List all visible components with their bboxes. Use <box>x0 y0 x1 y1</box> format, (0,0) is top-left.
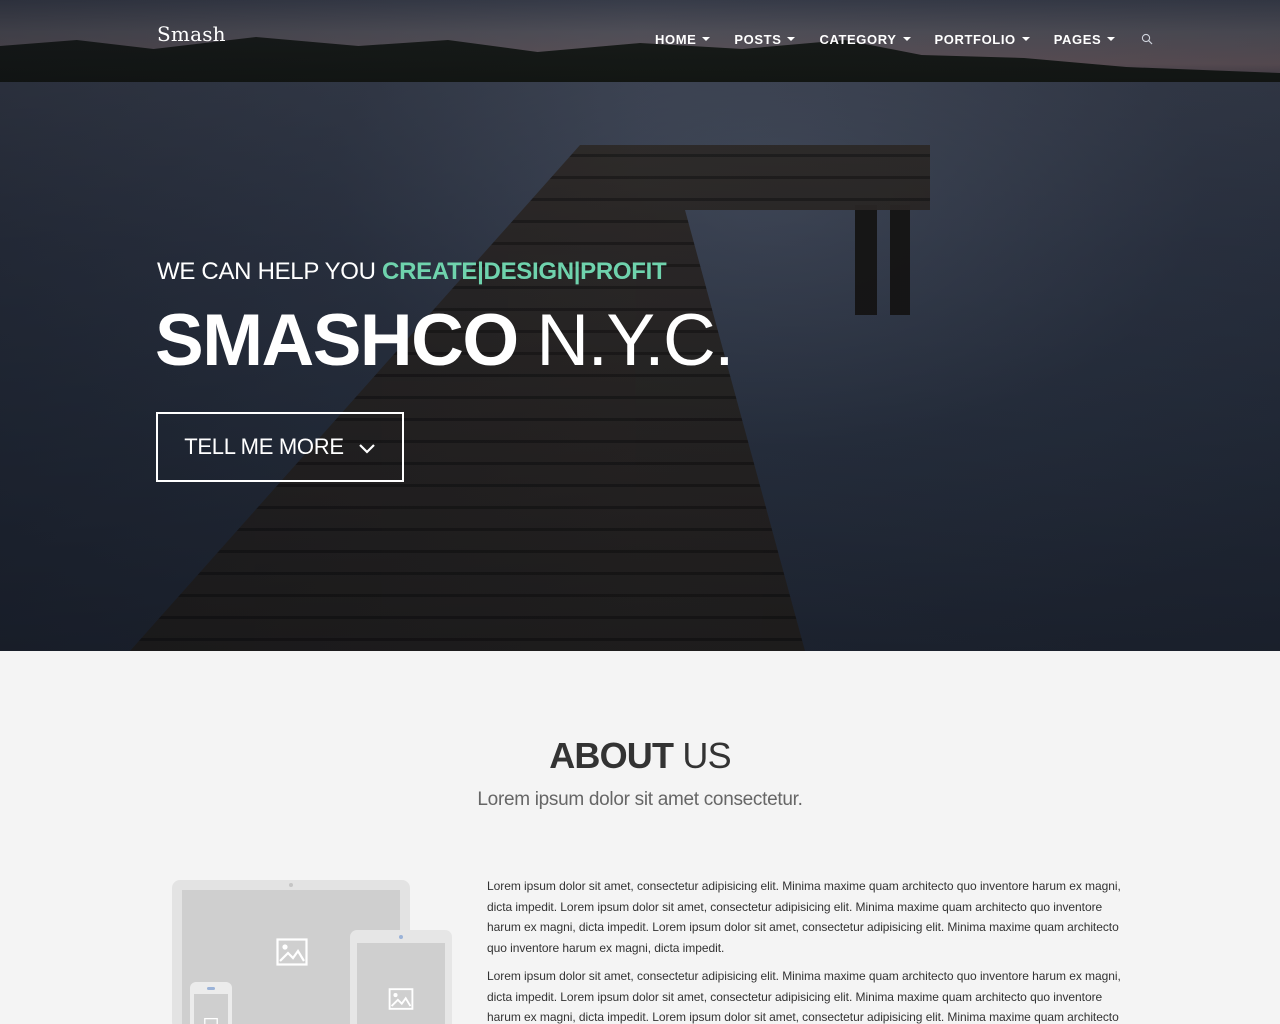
nav-item-pages[interactable]: PAGES <box>1054 30 1116 48</box>
caret-down-icon <box>902 37 911 41</box>
tablet-mockup <box>350 930 452 1024</box>
hero-headline-bold: SMASHCO <box>155 300 519 381</box>
about-title-bold: ABOUT <box>549 735 674 776</box>
nav-item-label: HOME <box>655 31 697 47</box>
phone-mockup <box>190 982 232 1024</box>
caret-down-icon <box>787 37 796 41</box>
tell-me-more-button[interactable]: TELL ME MORE <box>156 412 404 482</box>
nav-item-label: POSTS <box>734 31 782 47</box>
about-title-light: US <box>673 735 731 776</box>
camera-dot <box>399 935 403 939</box>
caret-down-icon <box>702 37 711 41</box>
nav-item-label: PAGES <box>1053 31 1102 47</box>
phone-screen <box>194 994 228 1024</box>
main-nav: HOME POSTS CATEGORY PORTFOLIO PAGES <box>655 30 1153 48</box>
about-title: ABOUT US <box>0 735 1280 777</box>
hero-tagline-prefix: WE CAN HELP YOU <box>157 258 383 285</box>
about-subtitle: Lorem ipsum dolor sit amet consectetur. <box>477 789 803 810</box>
caret-down-icon <box>1107 37 1116 41</box>
hero-headline-light: N.Y.C. <box>517 300 734 381</box>
cta-label: TELL ME MORE <box>184 434 344 459</box>
image-placeholder-icon <box>388 988 414 1010</box>
hero-tagline: WE CAN HELP YOU CREATE|DESIGN|PROFIT <box>157 258 667 286</box>
camera-dot <box>289 883 293 887</box>
about-paragraph: Lorem ipsum dolor sit amet, consectetur … <box>487 969 1121 1024</box>
search-icon[interactable] <box>1141 33 1153 45</box>
nav-item-label: PORTFOLIO <box>934 31 1016 47</box>
camera-dot <box>207 987 215 990</box>
hero-tagline-accent: CREATE|DESIGN|PROFIT <box>382 258 667 285</box>
nav-item-category[interactable]: CATEGORY <box>819 30 911 48</box>
nav-item-portfolio[interactable]: PORTFOLIO <box>935 30 1030 48</box>
image-placeholder-icon <box>276 938 308 966</box>
about-paragraph: Lorem ipsum dolor sit amet, consectetur … <box>487 879 1121 955</box>
nav-item-label: CATEGORY <box>819 31 897 47</box>
hero-section: Smash HOME POSTS CATEGORY PORTFOLIO PAGE… <box>0 0 1280 651</box>
nav-item-posts[interactable]: POSTS <box>734 30 796 48</box>
devices-illustration <box>170 880 460 1024</box>
hero-headline: SMASHCO N.Y.C. <box>155 298 734 384</box>
image-placeholder-icon <box>204 1018 218 1024</box>
nav-item-home[interactable]: HOME <box>655 30 711 48</box>
tablet-screen <box>357 943 445 1024</box>
site-logo[interactable]: Smash <box>157 22 226 46</box>
caret-down-icon <box>1021 37 1030 41</box>
chevron-down-icon <box>358 434 376 460</box>
